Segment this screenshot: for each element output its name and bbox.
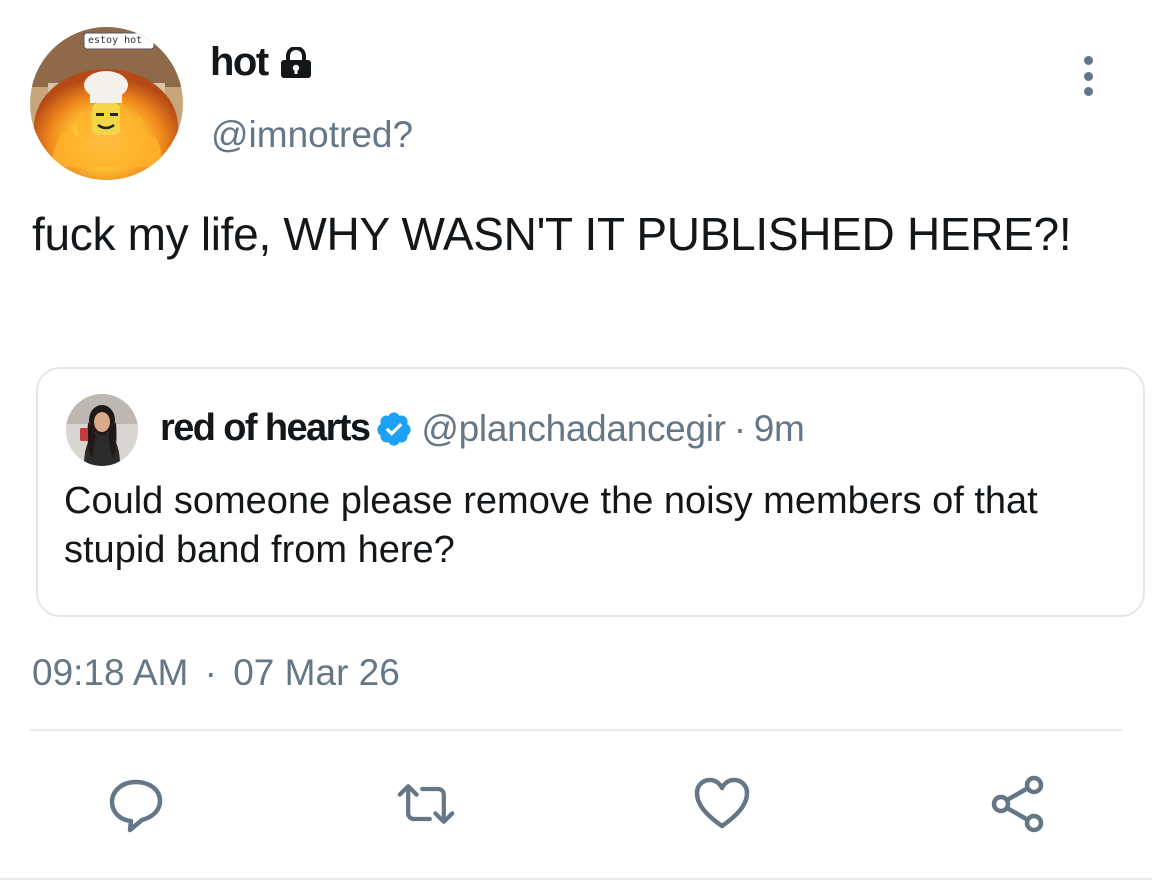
like-button[interactable]	[692, 774, 752, 834]
retweet-button[interactable]	[396, 774, 456, 834]
bottom-divider	[0, 878, 1152, 880]
quoted-time[interactable]: 9m	[754, 408, 805, 450]
timestamp-date: 07 Mar 26	[233, 652, 400, 693]
quoted-tweet-card[interactable]: red of hearts @planchadancegir · 9m Coul…	[36, 367, 1145, 617]
more-dot	[1083, 56, 1093, 65]
share-button[interactable]	[988, 774, 1048, 834]
author-avatar[interactable]	[30, 27, 183, 180]
quoted-separator: ·	[733, 407, 746, 449]
quoted-handle[interactable]: @planchadancegir	[421, 408, 726, 450]
verified-badge-icon	[375, 410, 413, 448]
quoted-author-avatar[interactable]	[66, 394, 138, 466]
tweet-timestamp[interactable]: 09:18 AM · 07 Mar 26	[32, 652, 400, 694]
more-options-icon[interactable]	[1070, 52, 1106, 100]
quoted-header: red of hearts @planchadancegir · 9m	[160, 407, 805, 450]
reply-icon	[109, 779, 163, 833]
retweet-icon	[397, 784, 455, 824]
tweet-detail: estoy hot hot @imnotred? fuck my life, W…	[0, 0, 1152, 894]
like-icon	[694, 777, 750, 829]
timestamp-time: 09:18 AM	[32, 652, 189, 693]
author-handle[interactable]: @imnotred?	[211, 114, 413, 156]
author-display-name[interactable]: hot	[210, 40, 269, 85]
more-dot	[1083, 71, 1093, 81]
tweet-text: fuck my life, WHY WASN'T IT PUBLISHED HE…	[32, 208, 1072, 260]
author-name-row[interactable]: hot	[210, 40, 314, 85]
avatar-sign-text: estoy hot	[88, 35, 143, 46]
more-dot	[1083, 87, 1093, 96]
timestamp-separator: ·	[204, 652, 217, 693]
lock-icon	[278, 46, 314, 79]
share-icon	[991, 775, 1044, 833]
quoted-text: Could someone please remove the noisy me…	[64, 480, 1038, 571]
reply-button[interactable]	[106, 774, 166, 834]
divider	[30, 729, 1122, 731]
quoted-display-name[interactable]: red of hearts	[160, 407, 371, 450]
